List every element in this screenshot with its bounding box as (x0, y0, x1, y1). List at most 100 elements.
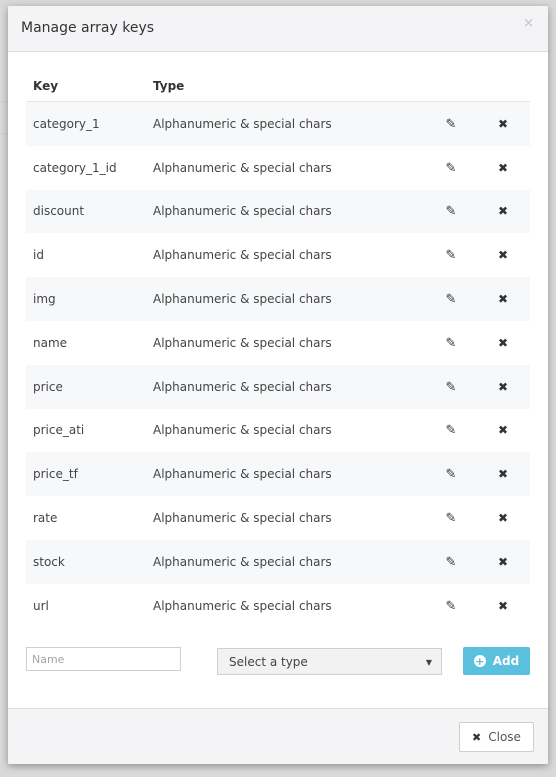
edit-cell: ✎ (426, 555, 476, 569)
table-row: price_ati Alphanumeric & special chars ✎ ✖ (26, 409, 530, 453)
times-icon[interactable]: ✖ (498, 424, 508, 436)
plus-circle-icon: + (473, 654, 486, 668)
type-cell: Alphanumeric & special chars (153, 423, 332, 438)
table-row: img Alphanumeric & special chars ✎ ✖ (26, 277, 530, 321)
times-icon[interactable]: ✖ (498, 556, 508, 568)
table-row: discount Alphanumeric & special chars ✎ ✖ (26, 189, 530, 234)
times-icon[interactable]: ✖ (498, 512, 508, 524)
type-cell: Alphanumeric & special chars (153, 160, 332, 175)
table-row: id Alphanumeric & special chars ✎ ✖ (26, 233, 530, 277)
delete-cell: ✖ (476, 117, 530, 131)
type-cell: Alphanumeric & special chars (153, 379, 332, 394)
delete-cell: ✖ (476, 292, 530, 306)
edit-cell: ✎ (426, 599, 476, 613)
edit-cell: ✎ (426, 292, 476, 306)
type-cell: Alphanumeric & special chars (153, 554, 332, 569)
modal-title: Manage array keys (21, 20, 155, 36)
caret-down-icon: ▼ (425, 658, 432, 667)
key-cell: id (33, 248, 44, 263)
delete-cell: ✖ (476, 467, 530, 481)
key-cell: category_1 (33, 116, 100, 131)
edit-cell: ✎ (426, 204, 476, 218)
pencil-icon[interactable]: ✎ (446, 424, 457, 437)
times-icon[interactable]: ✖ (498, 293, 508, 305)
times-icon[interactable]: ✖ (498, 381, 508, 393)
table-body: category_1 Alphanumeric & special chars ✎ ✖… (26, 102, 530, 628)
pencil-icon[interactable]: ✎ (446, 249, 457, 262)
edit-cell: ✎ (426, 161, 476, 175)
pencil-icon[interactable]: ✎ (446, 293, 457, 306)
key-cell: price (33, 379, 63, 394)
modal-footer: ✖ Close (8, 708, 548, 764)
modal-header: Manage array keys × (8, 6, 548, 52)
table-row: price Alphanumeric & special chars ✎ ✖ (26, 364, 530, 409)
key-cell: price_tf (33, 467, 78, 482)
edit-cell: ✎ (426, 511, 476, 525)
delete-cell: ✖ (476, 204, 530, 218)
table-row: url Alphanumeric & special chars ✎ ✖ (26, 584, 530, 628)
edit-cell: ✎ (426, 467, 476, 481)
times-icon[interactable]: ✖ (498, 205, 508, 217)
key-cell: name (33, 335, 68, 350)
close-icon[interactable]: × (523, 16, 534, 31)
key-cell: discount (33, 204, 85, 219)
edit-cell: ✎ (426, 380, 476, 394)
type-cell: Alphanumeric & special chars (153, 598, 332, 613)
edit-cell: ✎ (426, 248, 476, 262)
key-cell: rate (33, 511, 58, 526)
type-cell: Alphanumeric & special chars (153, 292, 332, 307)
add-button[interactable]: + Add (463, 647, 530, 675)
table-row: name Alphanumeric & special chars ✎ ✖ (26, 321, 530, 365)
manage-array-keys-modal: Manage array keys × Key Type category_1 A… (8, 6, 548, 764)
table-row: price_tf Alphanumeric & special chars ✎ ✖ (26, 452, 530, 497)
table-row: category_1 Alphanumeric & special chars ✎ ✖ (26, 102, 530, 146)
type-cell: Alphanumeric & special chars (153, 204, 332, 219)
pencil-icon[interactable]: ✎ (446, 162, 457, 175)
type-select[interactable]: Select a type ▼ (217, 648, 442, 675)
times-icon[interactable]: ✖ (498, 118, 508, 130)
pencil-icon[interactable]: ✎ (446, 381, 457, 394)
pencil-icon[interactable]: ✎ (446, 468, 457, 481)
key-cell: stock (33, 554, 65, 569)
delete-cell: ✖ (476, 336, 530, 350)
delete-cell: ✖ (476, 380, 530, 394)
times-icon[interactable]: ✖ (498, 162, 508, 174)
close-button[interactable]: ✖ Close (459, 722, 534, 752)
times-icon[interactable]: ✖ (498, 249, 508, 261)
times-icon[interactable]: ✖ (498, 337, 508, 349)
type-cell: Alphanumeric & special chars (153, 467, 332, 482)
pencil-icon[interactable]: ✎ (446, 337, 457, 350)
edit-cell: ✎ (426, 423, 476, 437)
delete-cell: ✖ (476, 423, 530, 437)
key-cell: price_ati (33, 423, 85, 438)
table-row: category_1_id Alphanumeric & special char… (26, 146, 530, 190)
pencil-icon[interactable]: ✎ (446, 600, 457, 613)
delete-cell: ✖ (476, 511, 530, 525)
pencil-icon[interactable]: ✎ (446, 205, 457, 218)
pencil-icon[interactable]: ✎ (446, 512, 457, 525)
table-header: Key Type (26, 70, 530, 102)
type-cell: Alphanumeric & special chars (153, 116, 332, 131)
key-cell: category_1_id (33, 160, 117, 175)
pencil-icon[interactable]: ✎ (446, 556, 457, 569)
key-cell: img (33, 292, 56, 307)
pencil-icon[interactable]: ✎ (446, 118, 457, 131)
type-cell: Alphanumeric & special chars (153, 248, 332, 263)
table-row: stock Alphanumeric & special chars ✎ ✖ (26, 539, 530, 584)
name-input[interactable] (26, 647, 181, 671)
times-icon[interactable]: ✖ (498, 468, 508, 480)
times-icon[interactable]: ✖ (498, 600, 508, 612)
times-icon: ✖ (472, 730, 482, 744)
close-button-label: Close (488, 730, 521, 744)
edit-cell: ✎ (426, 117, 476, 131)
table-row: rate Alphanumeric & special chars ✎ ✖ (26, 496, 530, 540)
delete-cell: ✖ (476, 555, 530, 569)
add-button-label: Add (492, 654, 520, 668)
type-select-value: Select a type (229, 654, 308, 669)
keys-table: Key Type category_1 Alphanumeric & specia… (26, 70, 530, 628)
delete-cell: ✖ (476, 248, 530, 262)
edit-cell: ✎ (426, 336, 476, 350)
key-cell: url (33, 598, 49, 613)
delete-cell: ✖ (476, 599, 530, 613)
column-header-key: Key (33, 78, 59, 93)
